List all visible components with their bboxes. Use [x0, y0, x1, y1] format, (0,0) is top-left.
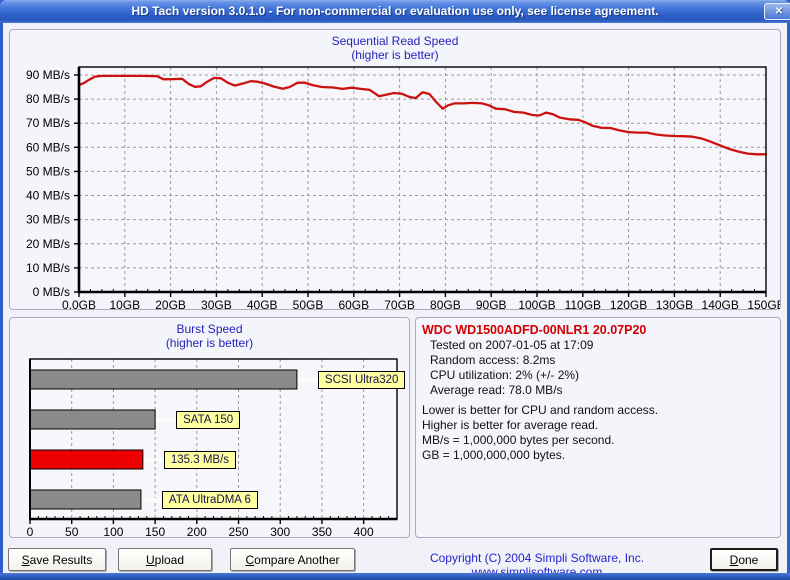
bar-label: 135.3 MB/s — [163, 450, 237, 469]
svg-text:30GB: 30GB — [201, 298, 232, 309]
svg-text:90GB: 90GB — [476, 298, 507, 309]
drive-name: WDC WD1500ADFD-00NLR1 20.07P20 — [422, 323, 647, 337]
upload-results-button[interactable]: Upload Results — [118, 548, 212, 580]
drive-info-panel: WDC WD1500ADFD-00NLR1 20.07P20 Tested on… — [415, 317, 781, 538]
close-icon: ✕ — [774, 6, 784, 17]
svg-text:40 MB/s: 40 MB/s — [26, 189, 70, 203]
svg-text:0 MB/s: 0 MB/s — [33, 285, 70, 299]
note-read: Higher is better for average read. — [422, 418, 599, 432]
hdtach-window: HD Tach version 3.0.1.0 - For non-commer… — [0, 0, 790, 580]
svg-text:10 MB/s: 10 MB/s — [26, 261, 70, 275]
svg-text:60GB: 60GB — [338, 298, 369, 309]
done-button[interactable]: Done — [710, 548, 778, 571]
svg-text:130GB: 130GB — [656, 298, 693, 309]
svg-text:110GB: 110GB — [565, 298, 601, 309]
titlebar[interactable]: HD Tach version 3.0.1.0 - For non-commer… — [0, 0, 790, 23]
note-mbs: MB/s = 1,000,000 bytes per second. — [422, 433, 615, 447]
svg-text:150GB: 150GB — [747, 298, 780, 309]
svg-text:140GB: 140GB — [702, 298, 739, 309]
svg-text:80GB: 80GB — [430, 298, 461, 309]
client-area: Sequential Read Speed (higher is better)… — [3, 23, 787, 580]
window-title: HD Tach version 3.0.1.0 - For non-commer… — [131, 4, 659, 18]
svg-text:20 MB/s: 20 MB/s — [26, 237, 70, 251]
svg-text:200: 200 — [187, 525, 207, 537]
tested-on-line: Tested on 2007-01-05 at 17:09 — [430, 338, 594, 352]
svg-text:20GB: 20GB — [155, 298, 186, 309]
svg-text:40GB: 40GB — [247, 298, 278, 309]
sequential-read-panel: Sequential Read Speed (higher is better)… — [9, 29, 781, 310]
svg-text:80 MB/s: 80 MB/s — [26, 92, 70, 106]
svg-text:0,0GB: 0,0GB — [62, 298, 96, 309]
window-bottom-border — [0, 573, 790, 580]
svg-text:50: 50 — [65, 525, 79, 537]
cpu-utilization-line: CPU utilization: 2% (+/- 2%) — [430, 368, 580, 382]
svg-text:100: 100 — [103, 525, 123, 537]
svg-text:60 MB/s: 60 MB/s — [26, 140, 70, 154]
svg-text:70 MB/s: 70 MB/s — [26, 116, 70, 130]
bar-label: SATA 150 — [176, 410, 241, 429]
sequential-read-chart: 0 MB/s 10 MB/s 20 MB/s 30 MB/s 40 MB/s 50 MB/… — [26, 66, 780, 309]
svg-text:10GB: 10GB — [109, 298, 140, 309]
svg-text:100GB: 100GB — [518, 298, 555, 309]
svg-text:50 MB/s: 50 MB/s — [26, 164, 70, 178]
svg-text:0: 0 — [27, 525, 34, 537]
bar-label: ATA UltraDMA 6 — [161, 490, 258, 509]
svg-text:150: 150 — [145, 525, 165, 537]
svg-text:250: 250 — [229, 525, 249, 537]
bar-label: SCSI Ultra320 — [317, 370, 406, 389]
svg-text:300: 300 — [270, 525, 290, 537]
svg-text:90 MB/s: 90 MB/s — [26, 68, 70, 82]
burst-speed-panel: Burst Speed (higher is better) 0 50 100 150… — [9, 317, 410, 538]
svg-text:70GB: 70GB — [384, 298, 415, 309]
save-results-button[interactable]: Save Results — [8, 548, 106, 571]
svg-text:120GB: 120GB — [610, 298, 647, 309]
note-cpu: Lower is better for CPU and random acces… — [422, 403, 659, 417]
average-read-line: Average read: 78.0 MB/s — [430, 383, 563, 397]
svg-text:50GB: 50GB — [293, 298, 324, 309]
note-gb: GB = 1,000,000,000 bytes. — [422, 448, 566, 462]
svg-text:30 MB/s: 30 MB/s — [26, 213, 70, 227]
svg-text:400: 400 — [354, 525, 374, 537]
close-button[interactable]: ✕ — [764, 3, 790, 20]
compare-another-drive-button[interactable]: Compare Another Drive — [230, 548, 355, 580]
svg-text:350: 350 — [312, 525, 332, 537]
random-access-line: Random access: 8.2ms — [430, 353, 556, 367]
